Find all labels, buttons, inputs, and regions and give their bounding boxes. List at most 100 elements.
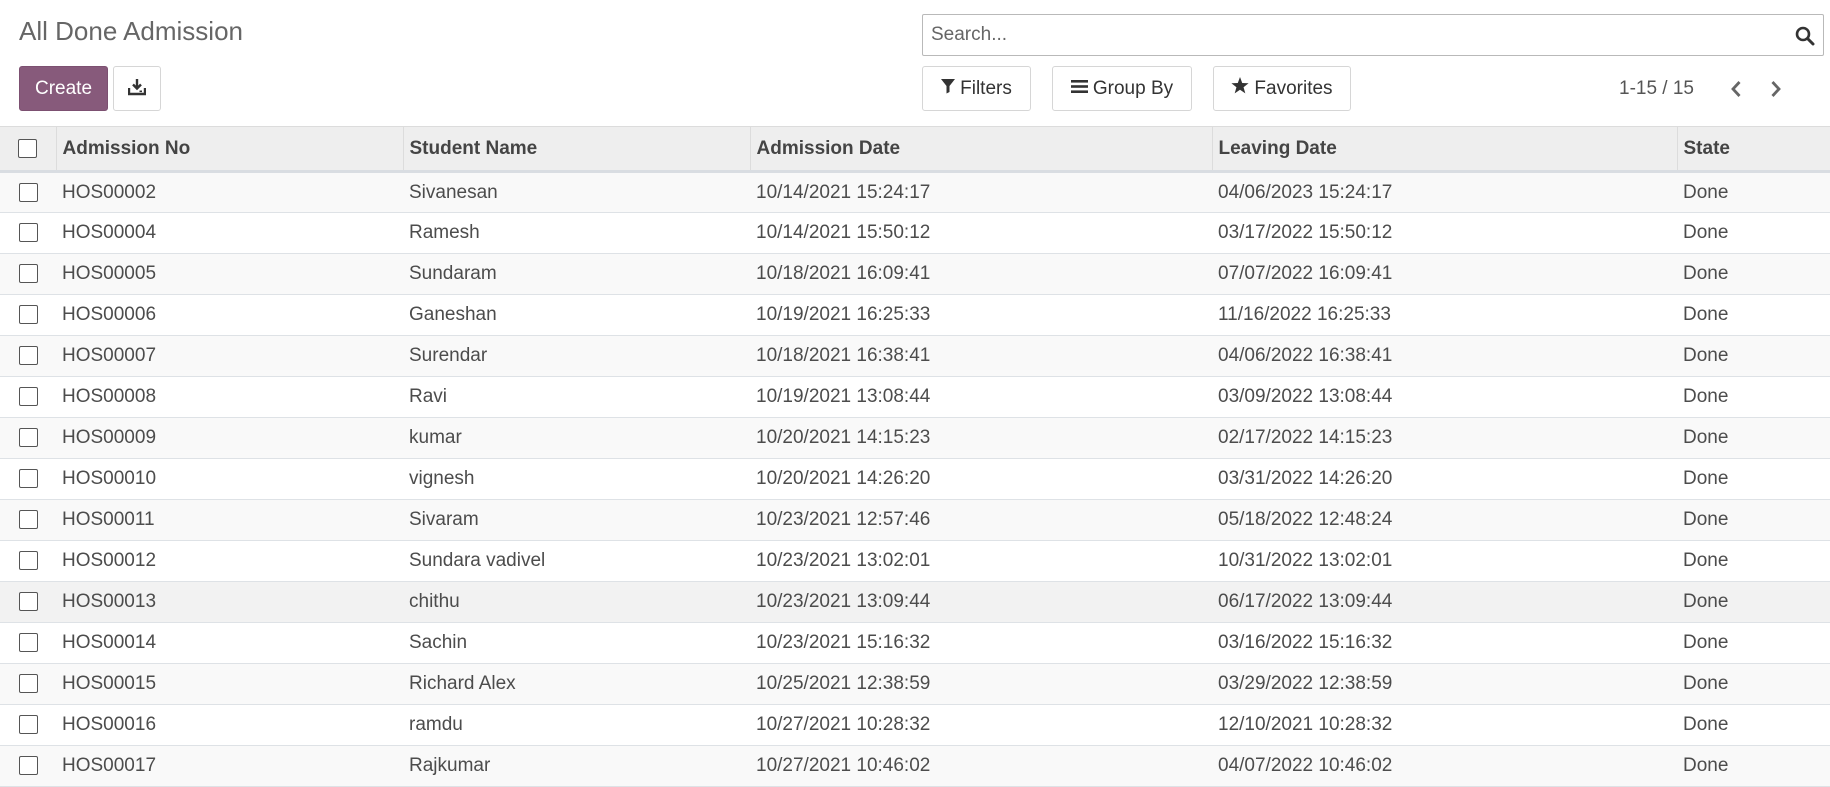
cell-admission-date: 10/14/2021 15:24:17 bbox=[756, 181, 931, 203]
row-checkbox[interactable] bbox=[18, 551, 38, 571]
search-input[interactable] bbox=[923, 15, 1783, 55]
table-row[interactable]: HOS00010 vignesh 10/20/2021 14:26:20 03/31/… bbox=[0, 458, 1830, 500]
filter-icon bbox=[941, 78, 956, 100]
table-row[interactable]: HOS00005 Sundaram 10/18/2021 16:09:41 07/07… bbox=[0, 253, 1830, 295]
table-row[interactable]: HOS00012 Sundara vadivel 10/23/2021 13:02:… bbox=[0, 540, 1830, 582]
select-all-checkbox[interactable] bbox=[18, 138, 38, 158]
cell-state: Done bbox=[1683, 304, 1729, 325]
search-box bbox=[922, 14, 1824, 56]
table-body: HOS00002 Sivanesan 10/14/2021 15:24:17 04/0… bbox=[0, 171, 1830, 787]
cell-admission-no: HOS00015 bbox=[62, 673, 157, 694]
row-checkbox[interactable] bbox=[18, 756, 38, 776]
table-row[interactable]: HOS00014 Sachin 10/23/2021 15:16:32 03/16/2… bbox=[0, 622, 1830, 664]
create-button[interactable]: Create bbox=[19, 66, 108, 111]
row-select-cell bbox=[0, 459, 56, 500]
row-checkbox[interactable] bbox=[18, 182, 38, 202]
page-title: All Done Admission bbox=[19, 16, 243, 46]
table-row[interactable]: HOS00016 ramdu 10/27/2021 10:28:32 12/10/20… bbox=[0, 704, 1830, 746]
row-checkbox[interactable] bbox=[18, 674, 38, 694]
cell-admission-no: HOS00006 bbox=[62, 304, 157, 325]
cell-admission-no: HOS00012 bbox=[62, 550, 157, 571]
cell-admission-no: HOS00013 bbox=[62, 591, 157, 612]
cell-student-name: Surendar bbox=[409, 345, 488, 366]
cell-admission-date: 10/20/2021 14:15:23 bbox=[756, 427, 931, 448]
cell-student-name: Richard Alex bbox=[409, 673, 516, 694]
cell-admission-date: 10/27/2021 10:28:32 bbox=[756, 714, 931, 735]
cell-leaving-date: 02/17/2022 14:15:23 bbox=[1218, 427, 1393, 448]
row-checkbox[interactable] bbox=[18, 305, 38, 325]
cell-leaving-date: 04/06/2022 16:38:41 bbox=[1218, 345, 1393, 366]
table-row[interactable]: HOS00017 Rajkumar 10/27/2021 10:46:02 04/07… bbox=[0, 745, 1830, 787]
row-select-cell bbox=[0, 295, 56, 336]
row-select-cell bbox=[0, 213, 56, 254]
row-checkbox[interactable] bbox=[18, 510, 38, 530]
cell-state: Done bbox=[1683, 386, 1729, 407]
cell-admission-no: HOS00014 bbox=[62, 632, 157, 653]
column-header-admission-no[interactable]: Admission No bbox=[55, 126, 403, 173]
cell-admission-date: 10/14/2021 15:50:12 bbox=[756, 222, 931, 243]
column-header-admission-date[interactable]: Admission Date bbox=[749, 126, 1212, 173]
cell-state: Done bbox=[1683, 632, 1729, 653]
row-checkbox[interactable] bbox=[18, 633, 38, 653]
table-row[interactable]: HOS00007 Surendar 10/18/2021 16:38:41 04/06… bbox=[0, 335, 1830, 377]
cell-student-name: Sachin bbox=[409, 632, 468, 653]
table-row[interactable]: HOS00004 Ramesh 10/14/2021 15:50:12 03/17/2… bbox=[0, 212, 1830, 254]
chevron-right-icon[interactable] bbox=[1756, 69, 1796, 109]
row-checkbox[interactable] bbox=[18, 469, 38, 489]
row-select-cell bbox=[0, 664, 56, 705]
cell-admission-date: 10/25/2021 12:38:59 bbox=[756, 673, 931, 694]
row-checkbox[interactable] bbox=[18, 715, 38, 735]
favorites-label: Favorites bbox=[1254, 77, 1333, 99]
cell-leaving-date: 03/29/2022 12:38:59 bbox=[1218, 673, 1393, 694]
cell-admission-date: 10/19/2021 16:25:33 bbox=[756, 304, 931, 325]
cell-admission-date: 10/27/2021 10:46:02 bbox=[756, 755, 931, 776]
cell-state: Done bbox=[1683, 345, 1729, 366]
table-row[interactable]: HOS00006 Ganeshan 10/19/2021 16:25:33 11/16… bbox=[0, 294, 1830, 336]
admission-table: Admission No Student Name Admission Date… bbox=[0, 126, 1830, 787]
select-all-cell bbox=[0, 126, 56, 173]
row-select-cell bbox=[0, 336, 56, 377]
table-row[interactable]: HOS00011 Sivaram 10/23/2021 12:57:46 05/18/… bbox=[0, 499, 1830, 541]
row-checkbox[interactable] bbox=[18, 387, 38, 407]
cell-state: Done bbox=[1683, 755, 1729, 776]
cell-admission-no: HOS00008 bbox=[62, 386, 157, 407]
cell-admission-date: 10/20/2021 14:26:20 bbox=[756, 468, 931, 489]
group-by-label: Group By bbox=[1092, 77, 1174, 99]
table-header-row: Admission No Student Name Admission Date… bbox=[0, 126, 1830, 173]
column-header-student-name[interactable]: Student Name bbox=[402, 126, 750, 173]
cell-admission-date: 10/23/2021 13:09:44 bbox=[756, 591, 931, 612]
table-row[interactable]: HOS00002 Sivanesan 10/14/2021 15:24:17 04/0… bbox=[0, 171, 1830, 213]
bars-icon bbox=[1070, 78, 1088, 100]
group-by-button[interactable]: Group By bbox=[1052, 66, 1192, 111]
table-row[interactable]: HOS00009 kumar 10/20/2021 14:15:23 02/17/20… bbox=[0, 417, 1830, 459]
cell-student-name: Ramesh bbox=[409, 222, 480, 243]
cell-state: Done bbox=[1683, 550, 1729, 571]
cell-leaving-date: 03/16/2022 15:16:32 bbox=[1218, 632, 1393, 653]
row-checkbox[interactable] bbox=[18, 428, 38, 448]
favorites-button[interactable]: Favorites bbox=[1213, 66, 1351, 111]
pager-value[interactable]: 1-15 / 15 bbox=[1619, 78, 1694, 100]
row-checkbox[interactable] bbox=[18, 592, 38, 612]
column-header-state[interactable]: State bbox=[1676, 126, 1830, 173]
row-select-cell bbox=[0, 623, 56, 664]
cell-student-name: Sundaram bbox=[409, 263, 497, 284]
cell-state: Done bbox=[1683, 714, 1729, 735]
cell-admission-no: HOS00017 bbox=[62, 755, 157, 776]
row-checkbox[interactable] bbox=[18, 346, 38, 366]
row-select-cell bbox=[0, 254, 56, 295]
cell-admission-no: HOS00009 bbox=[62, 427, 157, 448]
star-icon bbox=[1231, 77, 1249, 100]
filters-label: Filters bbox=[960, 77, 1012, 99]
column-header-leaving-date[interactable]: Leaving Date bbox=[1211, 126, 1677, 173]
table-row[interactable]: HOS00013 chithu 10/23/2021 13:09:44 06/17/2… bbox=[0, 581, 1830, 623]
row-checkbox[interactable] bbox=[18, 264, 38, 284]
table-row[interactable]: HOS00015 Richard Alex 10/25/2021 12:38:59 0… bbox=[0, 663, 1830, 705]
chevron-left-icon[interactable] bbox=[1716, 69, 1756, 109]
row-checkbox[interactable] bbox=[18, 223, 38, 243]
cell-student-name: Sivanesan bbox=[409, 181, 498, 203]
search-icon[interactable] bbox=[1793, 24, 1817, 48]
export-button[interactable] bbox=[113, 66, 161, 111]
table-row[interactable]: HOS00008 Ravi 10/19/2021 13:08:44 03/09/202… bbox=[0, 376, 1830, 418]
download-icon bbox=[127, 78, 147, 99]
filters-button[interactable]: Filters bbox=[922, 66, 1031, 111]
